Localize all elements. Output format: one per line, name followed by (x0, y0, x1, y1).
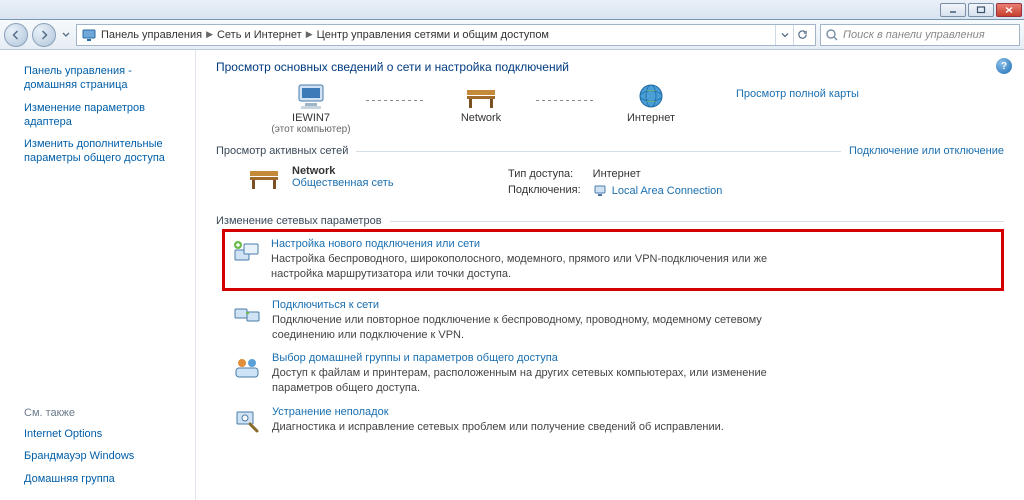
nav-back-button[interactable] (4, 23, 28, 47)
highlighted-task: Настройка нового подключения или сети На… (222, 229, 1004, 291)
connect-network-icon (232, 299, 262, 329)
sidebar-see-also-homegroup[interactable]: Домашняя группа (0, 468, 195, 490)
connect-disconnect-link[interactable]: Подключение или отключение (849, 145, 1004, 157)
active-networks-header: Просмотр активных сетей (216, 145, 348, 157)
sidebar-link-home[interactable]: Панель управления - домашняя страница (0, 60, 195, 97)
address-bar[interactable]: Панель управления ▶ Сеть и Интернет ▶ Це… (76, 24, 816, 46)
active-network-type-link[interactable]: Общественная сеть (292, 177, 394, 189)
task-connect-desc: Подключение или повторное подключение к … (272, 313, 792, 343)
bench-icon (463, 82, 499, 112)
sidebar-see-also-firewall[interactable]: Брандмауэр Windows (0, 445, 195, 467)
map-node-label: IEWIN7 (292, 112, 330, 124)
search-placeholder: Поиск в панели управления (843, 29, 985, 41)
map-node-this-computer: IEWIN7 (этот компьютер) (256, 82, 366, 135)
nav-history-dropdown[interactable] (60, 23, 72, 47)
active-network-name: Network (292, 165, 394, 177)
address-dropdown-button[interactable] (775, 25, 793, 45)
change-settings-header: Изменение сетевых параметров (216, 215, 382, 227)
task-new-connection-desc: Настройка беспроводного, широкополосного… (271, 252, 791, 282)
minimize-button[interactable] (940, 3, 966, 17)
map-node-network: Network (426, 82, 536, 124)
breadcrumb-root[interactable]: Панель управления (101, 29, 202, 41)
map-connector (536, 100, 596, 101)
sidebar-link-advanced-sharing[interactable]: Изменить дополнительные параметры общего… (0, 133, 195, 170)
content-pane: ? Просмотр основных сведений о сети и на… (196, 50, 1024, 500)
computer-icon (293, 82, 329, 112)
bench-icon (246, 165, 282, 193)
task-troubleshoot-link[interactable]: Устранение неполадок (272, 406, 724, 418)
lan-icon (593, 184, 607, 198)
help-icon[interactable]: ? (996, 58, 1012, 74)
network-map: IEWIN7 (этот компьютер) Network Интернет (256, 82, 706, 135)
view-full-map-link[interactable]: Просмотр полной карты (736, 88, 859, 100)
network-center-icon (81, 27, 97, 43)
connections-label: Подключения: (508, 183, 591, 199)
task-homegroup-link[interactable]: Выбор домашней группы и параметров общег… (272, 352, 792, 364)
maximize-button[interactable] (968, 3, 994, 17)
divider (390, 221, 1004, 222)
map-node-label: Интернет (627, 112, 675, 124)
page-title: Просмотр основных сведений о сети и наст… (216, 60, 1004, 74)
map-connector (366, 100, 426, 101)
breadcrumb-mid[interactable]: Сеть и Интернет (217, 29, 302, 41)
globe-icon (633, 82, 669, 112)
divider (356, 151, 841, 152)
chevron-right-icon: ▶ (206, 29, 213, 40)
search-input[interactable]: Поиск в панели управления (820, 24, 1020, 46)
task-homegroup-desc: Доступ к файлам и принтерам, расположенн… (272, 366, 792, 396)
sidebar-link-adapter-settings[interactable]: Изменение параметров адаптера (0, 97, 195, 134)
breadcrumb-leaf[interactable]: Центр управления сетями и общим доступом (317, 29, 549, 41)
troubleshoot-icon (232, 406, 262, 436)
search-icon (825, 28, 839, 42)
task-new-connection-link[interactable]: Настройка нового подключения или сети (271, 238, 791, 250)
close-button[interactable] (996, 3, 1022, 17)
connection-link[interactable]: Local Area Connection (612, 185, 723, 197)
access-type-label: Тип доступа: (508, 167, 591, 181)
map-node-internet: Интернет (596, 82, 706, 124)
sidebar-see-also-header: См. также (0, 403, 195, 423)
task-troubleshoot-desc: Диагностика и исправление сетевых пробле… (272, 420, 724, 435)
window-titlebar (0, 0, 1024, 20)
nav-forward-button[interactable] (32, 23, 56, 47)
sidebar: Панель управления - домашняя страница Из… (0, 50, 196, 500)
map-node-sublabel: (этот компьютер) (271, 124, 350, 135)
homegroup-icon (232, 352, 262, 382)
address-row: Панель управления ▶ Сеть и Интернет ▶ Це… (0, 20, 1024, 50)
task-connect-link[interactable]: Подключиться к сети (272, 299, 792, 311)
access-type-value: Интернет (593, 167, 733, 181)
new-connection-icon (231, 238, 261, 268)
refresh-button[interactable] (793, 25, 811, 45)
chevron-right-icon: ▶ (306, 29, 313, 40)
active-network-block: Network Общественная сеть Тип доступа: И… (216, 165, 1004, 201)
sidebar-see-also-internet-options[interactable]: Internet Options (0, 423, 195, 445)
map-node-label: Network (461, 112, 501, 124)
